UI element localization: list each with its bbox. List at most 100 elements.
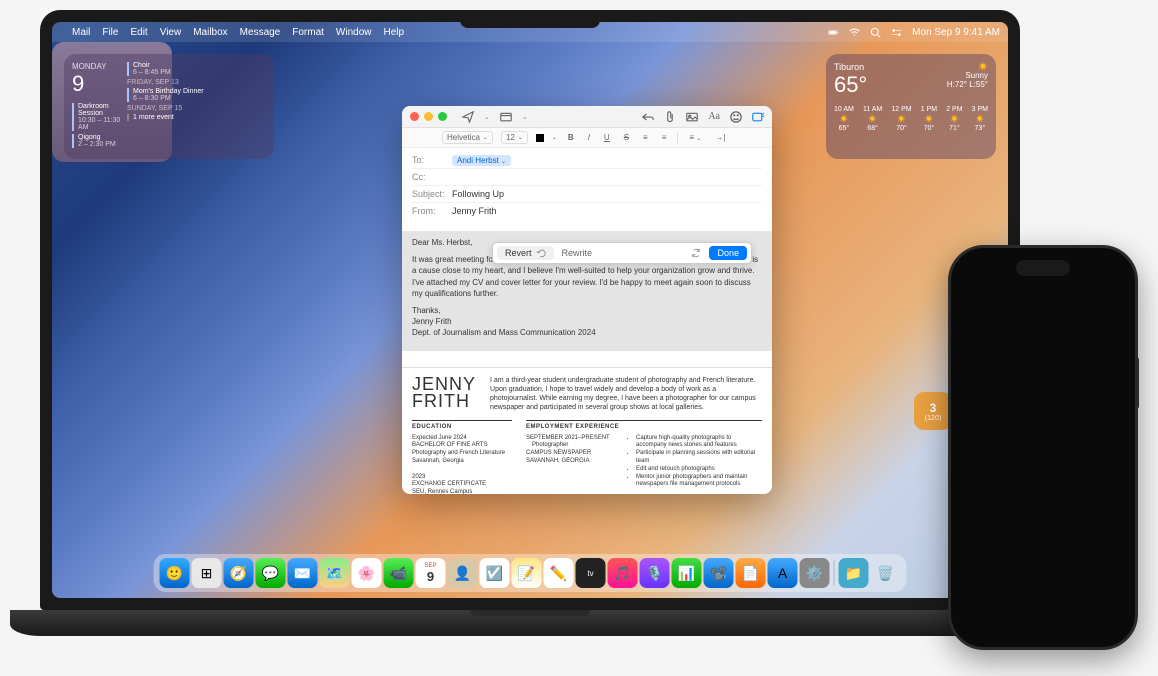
mail-icon[interactable]: ✉️ [288, 558, 318, 588]
font-select[interactable]: Helvetica ⌄ [442, 131, 493, 144]
underline-button[interactable]: U [601, 133, 613, 142]
weather-hourly: 10 AM☀️65° 11 AM☀️68° 12 PM☀️70° 1 PM☀️7… [834, 106, 988, 132]
music-icon[interactable]: 🎵 [608, 558, 638, 588]
menu-mailbox[interactable]: Mailbox [193, 27, 227, 38]
launchpad-icon[interactable]: ⊞ [192, 558, 222, 588]
keynote-icon[interactable]: 📽️ [704, 558, 734, 588]
wifi-icon[interactable] [849, 27, 860, 38]
weather-location: Tiburon [834, 62, 867, 72]
education-header: EDUCATION [412, 420, 512, 432]
format-toolbar: Helvetica ⌄ 12 ⌄ ⌄ B I U S ≡ ≡ ≡ ⌄ →| [402, 128, 772, 148]
iphone-device [948, 245, 1138, 650]
contacts-icon[interactable]: 👤 [448, 558, 478, 588]
calendar-event: Darkroom Session10:30 – 11:30 AM [72, 103, 127, 131]
resume-attachment: JENNY FRITH I am a third-year student un… [402, 367, 772, 495]
podcasts-icon[interactable]: 🎙️ [640, 558, 670, 588]
window-minimize-button[interactable] [424, 112, 433, 121]
menu-window[interactable]: Window [336, 27, 372, 38]
notes-icon[interactable]: 📝 [512, 558, 542, 588]
trash-icon[interactable]: 🗑️ [871, 558, 901, 588]
tv-icon[interactable]: tv [576, 558, 606, 588]
menu-message[interactable]: Message [240, 27, 281, 38]
color-swatch[interactable] [536, 134, 544, 142]
employment-header: EMPLOYMENT EXPERIENCE [526, 420, 762, 432]
from-label: From: [412, 206, 452, 216]
subject-label: Subject: [412, 189, 452, 199]
maps-icon[interactable]: 🗺️ [320, 558, 350, 588]
menu-edit[interactable]: Edit [130, 27, 147, 38]
window-close-button[interactable] [410, 112, 419, 121]
weather-condition: Sunny [947, 71, 988, 80]
facetime-icon[interactable]: 📹 [384, 558, 414, 588]
revert-button[interactable]: Revert [497, 246, 554, 260]
safari-icon[interactable]: 🧭 [224, 558, 254, 588]
done-button[interactable]: Done [709, 246, 747, 260]
calendar-more-events: 1 more event [127, 114, 266, 121]
writing-tools-popup: Revert Rewrite Done [492, 242, 752, 264]
settings-icon[interactable]: ⚙️ [800, 558, 830, 588]
calendar-widget[interactable]: MONDAY 9 Darkroom Session10:30 – 11:30 A… [64, 54, 274, 159]
format-icon[interactable]: Aa [708, 111, 720, 122]
cc-label: Cc: [412, 172, 452, 182]
italic-button[interactable]: I [585, 133, 593, 142]
emoji-icon[interactable] [730, 111, 742, 123]
align-button[interactable]: ≡ [640, 133, 651, 142]
to-label: To: [412, 155, 452, 165]
chevron-down-icon[interactable]: ⌄ [522, 113, 528, 121]
calendar-event: Choir6 – 8:45 PM [127, 62, 266, 76]
strike-button[interactable]: S [621, 133, 632, 142]
search-icon[interactable] [870, 27, 881, 38]
freeform-icon[interactable]: ✏️ [544, 558, 574, 588]
notes-widget[interactable]: 3 (120) [914, 392, 952, 430]
resume-name: JENNY FRITH [412, 376, 476, 412]
pages-icon[interactable]: 📄 [736, 558, 766, 588]
battery-icon[interactable] [828, 27, 839, 38]
dock: 🙂 ⊞ 🧭 💬 ✉️ 🗺️ 🌸 📹 SEP9 👤 ☑️ 📝 ✏️ tv 🎵 🎙️… [154, 554, 907, 592]
control-center-icon[interactable] [891, 27, 902, 38]
messages-icon[interactable]: 💬 [256, 558, 286, 588]
menubar-app[interactable]: Mail [72, 27, 90, 38]
appstore-icon[interactable]: A [768, 558, 798, 588]
menu-file[interactable]: File [102, 27, 118, 38]
menu-help[interactable]: Help [384, 27, 405, 38]
header-fields-icon[interactable] [500, 111, 512, 123]
attachment-icon[interactable] [664, 111, 676, 123]
subject-field[interactable]: Following Up [452, 189, 762, 199]
finder-icon[interactable]: 🙂 [160, 558, 190, 588]
send-icon[interactable] [462, 111, 474, 123]
photos-icon[interactable]: 🌸 [352, 558, 382, 588]
menu-view[interactable]: View [160, 27, 182, 38]
calendar-icon[interactable]: SEP9 [416, 558, 446, 588]
menu-format[interactable]: Format [292, 27, 324, 38]
reminders-icon[interactable]: ☑️ [480, 558, 510, 588]
window-zoom-button[interactable] [438, 112, 447, 121]
calendar-day-label: MONDAY [72, 62, 127, 71]
chevron-down-icon[interactable]: ⌄ [484, 113, 490, 121]
rewrite-button[interactable]: Rewrite [554, 248, 710, 258]
weather-temp: 65° [834, 72, 867, 98]
from-field[interactable]: Jenny Frith [452, 206, 762, 216]
list-button[interactable]: ≡ ⌄ [686, 133, 704, 142]
compose-ai-icon[interactable] [752, 111, 764, 123]
calendar-event: Mom's Birthday Dinner6 – 8:30 PM [127, 88, 266, 102]
macos-desktop: Mail File Edit View Mailbox Message Form… [52, 22, 1008, 598]
downloads-icon[interactable]: 📁 [839, 558, 869, 588]
calendar-day-number: 9 [72, 71, 127, 97]
weather-hilo: H:72° L:55° [947, 80, 988, 89]
weather-widget[interactable]: Tiburon 65° ☀️ Sunny H:72° L:55° 10 AM☀️… [826, 54, 996, 159]
reply-icon[interactable] [642, 111, 654, 123]
undo-icon [536, 248, 546, 258]
refresh-icon [691, 248, 701, 258]
resume-bio: I am a third-year student undergraduate … [490, 376, 762, 412]
menubar-datetime[interactable]: Mon Sep 9 9:41 AM [912, 27, 1000, 38]
window-titlebar[interactable]: ⌄ ⌄ Aa [402, 106, 772, 128]
calendar-event: Qigong2 – 2:30 PM [72, 134, 127, 148]
size-select[interactable]: 12 ⌄ [501, 131, 528, 144]
indent-button[interactable]: →| [712, 133, 728, 142]
recipient-pill[interactable]: Andi Herbst ⌄ [452, 155, 511, 166]
align-button[interactable]: ≡ [659, 133, 670, 142]
photo-icon[interactable] [686, 111, 698, 123]
bold-button[interactable]: B [565, 133, 577, 142]
numbers-icon[interactable]: 📊 [672, 558, 702, 588]
mail-compose-window: ⌄ ⌄ Aa Helvetica ⌄ [402, 106, 772, 494]
